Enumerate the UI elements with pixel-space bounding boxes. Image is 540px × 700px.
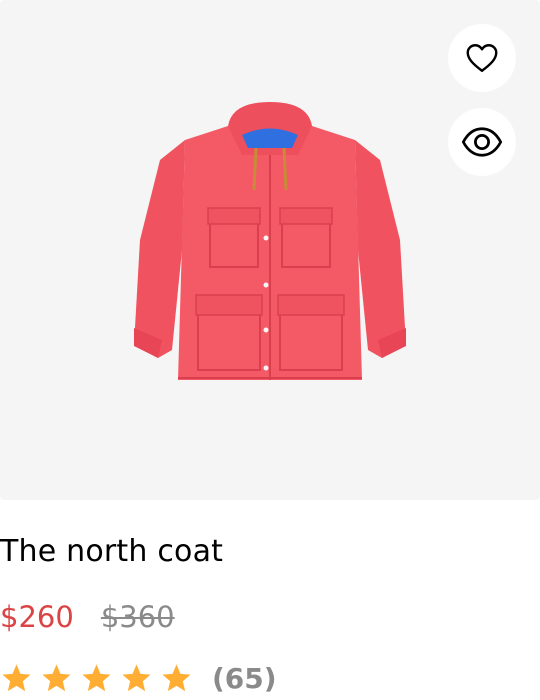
- product-image-area[interactable]: [0, 0, 540, 500]
- heart-icon: [466, 44, 498, 72]
- rating-row: (65): [0, 662, 277, 695]
- review-count: (65): [212, 662, 277, 695]
- star-icon: [2, 664, 31, 692]
- product-title[interactable]: The north coat: [0, 534, 223, 569]
- eye-icon: [461, 127, 503, 157]
- quick-view-button[interactable]: [448, 108, 516, 176]
- wishlist-button[interactable]: [448, 24, 516, 92]
- star-icon: [162, 664, 191, 692]
- product-card[interactable]: The north coat $260 $360 (65): [0, 0, 540, 700]
- star-icon: [82, 664, 111, 692]
- current-price: $260: [0, 600, 74, 634]
- product-image[interactable]: [120, 100, 420, 390]
- price-row: $260 $360: [0, 600, 175, 634]
- original-price: $360: [100, 600, 175, 634]
- star-icon: [42, 664, 71, 692]
- star-icon: [122, 664, 151, 692]
